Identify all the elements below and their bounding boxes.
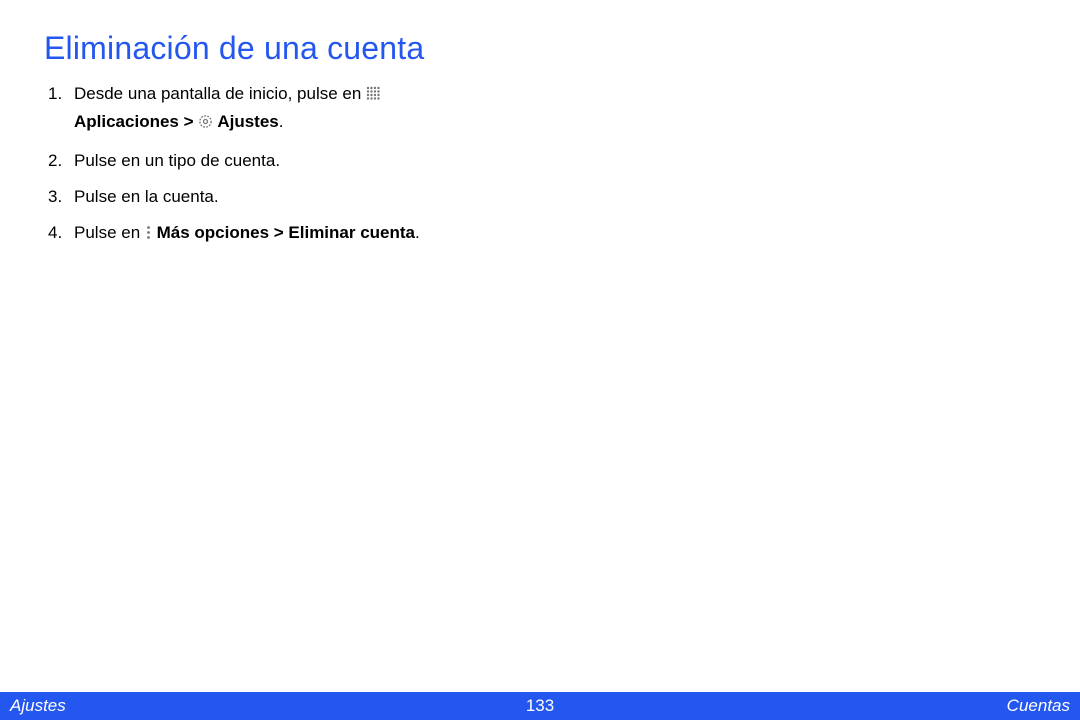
page-title: Eliminación de una cuenta (44, 30, 1036, 67)
step-number: 1. (48, 81, 62, 107)
step-period: . (279, 112, 284, 131)
more-options-icon (145, 222, 152, 248)
step-number: 4. (48, 220, 62, 246)
step-period: . (415, 223, 420, 242)
step-text: Desde una pantalla de inicio, pulse en (74, 84, 366, 103)
step-bold-settings: Ajustes (213, 112, 279, 131)
step-text: Pulse en (74, 223, 145, 242)
step-bold-apps: Aplicaciones > (74, 112, 198, 131)
page-footer: Ajustes 133 Cuentas (0, 692, 1080, 720)
step-text: Pulse en la cuenta. (74, 187, 219, 206)
step-3: 3. Pulse en la cuenta. (44, 184, 564, 210)
step-bold-more: Más opciones > Eliminar cuenta (152, 223, 415, 242)
footer-section-left: Ajustes (8, 696, 68, 716)
apps-grid-icon (366, 83, 381, 109)
step-1: 1. Desde una pantalla de inicio, pulse e… (44, 81, 564, 138)
step-list: 1. Desde una pantalla de inicio, pulse e… (44, 81, 564, 249)
footer-page-number: 133 (526, 696, 554, 716)
step-4: 4. Pulse en Más opciones > Eliminar cuen… (44, 220, 564, 248)
settings-gear-icon (198, 111, 213, 137)
step-number: 2. (48, 148, 62, 174)
step-number: 3. (48, 184, 62, 210)
page-content: Eliminación de una cuenta 1. Desde una p… (0, 0, 1080, 249)
step-text: Pulse en un tipo de cuenta. (74, 151, 280, 170)
footer-section-right: Cuentas (1005, 696, 1072, 716)
step-2: 2. Pulse en un tipo de cuenta. (44, 148, 564, 174)
